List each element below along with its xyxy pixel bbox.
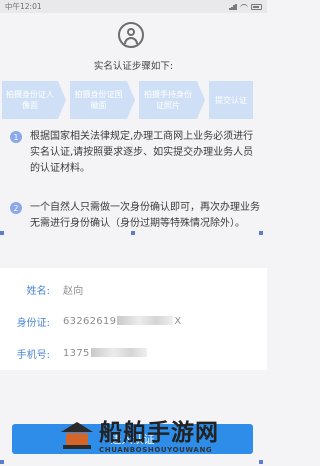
status-icons bbox=[229, 3, 262, 10]
id-suffix: X bbox=[174, 315, 182, 327]
wifi-icon bbox=[240, 3, 248, 10]
step-arrow-icon bbox=[127, 81, 135, 119]
note-1: 1 根据国家相关法律规定,办理工商网上业务必须进行实名认证,请按照要求逐步、如实… bbox=[10, 129, 262, 177]
note-number-badge: 1 bbox=[10, 131, 22, 143]
battery-icon bbox=[251, 3, 262, 10]
step-1: 拍摄身份证人像面 bbox=[2, 81, 58, 119]
name-label: 姓名: bbox=[26, 285, 50, 297]
status-time: 中午12:01 bbox=[5, 2, 42, 11]
signal-icon bbox=[229, 3, 237, 10]
watermark-subtitle: CHUANBOSHOUYOUWANG bbox=[99, 445, 213, 454]
step-arrow-icon bbox=[58, 81, 66, 119]
identity-form: 姓名: 赵向 身份证: 63262619 X 手机号: 1375 bbox=[0, 268, 267, 370]
note-2: 2 一个自然人只需做一次身份确认即可，再次办理业务无需进行身份确认（身份过期等特… bbox=[10, 200, 262, 232]
note-text: 一个自然人只需做一次身份确认即可，再次办理业务无需进行身份确认（身份过期等特殊情… bbox=[30, 202, 260, 229]
selection-handle bbox=[131, 231, 135, 235]
name-row[interactable]: 姓名: 赵向 bbox=[0, 272, 267, 306]
redacted-blur bbox=[117, 316, 174, 325]
step-4: 提交认证 bbox=[209, 81, 253, 119]
phone-label: 手机号: bbox=[16, 349, 50, 361]
note-text: 根据国家相关法律规定,办理工商网上业务必须进行实名认证,请按照要求逐步、如实提交… bbox=[30, 131, 254, 174]
phone-field[interactable]: 1375 bbox=[63, 348, 148, 359]
redacted-blur bbox=[90, 348, 147, 357]
selection-handle bbox=[0, 231, 4, 235]
id-label: 身份证: bbox=[16, 317, 50, 329]
step-2: 拍摄身份证国徽面 bbox=[70, 81, 127, 119]
steps-title: 实名认证步骤如下: bbox=[93, 61, 174, 72]
watermark-title: 船舶手游网 bbox=[99, 418, 219, 446]
step-3: 拍摄手持身份证照片 bbox=[139, 81, 197, 119]
status-bar: 中午12:01 bbox=[0, 0, 267, 13]
note-number-badge: 2 bbox=[10, 202, 22, 214]
phone-row[interactable]: 手机号: 1375 bbox=[0, 336, 267, 370]
name-field[interactable]: 赵向 bbox=[63, 282, 84, 297]
selection-handle bbox=[0, 460, 4, 464]
phone-prefix: 1375 bbox=[63, 347, 90, 359]
user-id-icon bbox=[118, 22, 144, 48]
step-arrow-icon bbox=[197, 81, 205, 119]
watermark: 船舶手游网 CHUANBOSHOUYOUWANG bbox=[60, 410, 265, 462]
id-field[interactable]: 63262619 X bbox=[63, 316, 181, 327]
id-row[interactable]: 身份证: 63262619 X bbox=[0, 304, 267, 338]
ship-logo-icon bbox=[60, 419, 94, 453]
steps-bar: 拍摄身份证人像面 拍摄身份证国徽面 拍摄手持身份证照片 提交认证 bbox=[2, 80, 266, 120]
id-prefix: 63262619 bbox=[63, 315, 117, 327]
selection-handle bbox=[259, 231, 263, 235]
